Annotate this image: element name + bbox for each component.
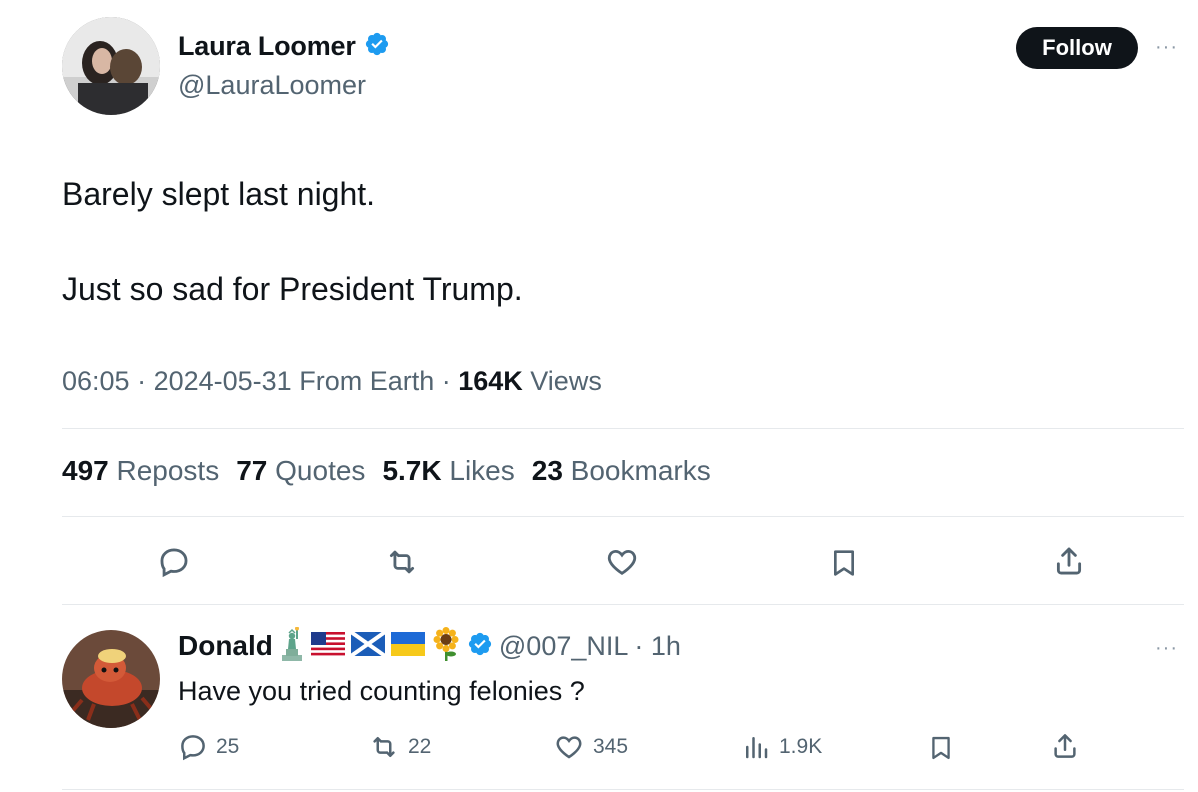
reply-author-name[interactable]: Donald — [178, 630, 273, 662]
share-icon — [1050, 730, 1080, 762]
reply-icon — [157, 545, 191, 579]
bookmark-icon — [927, 732, 955, 764]
divider — [62, 604, 1184, 605]
heart-icon — [553, 732, 585, 762]
share-button[interactable] — [1052, 543, 1086, 579]
tweet-source: From Earth — [291, 366, 435, 396]
author-avatar[interactable] — [62, 17, 160, 115]
reply-views-count: 1.9K — [779, 735, 823, 758]
reply-like-count: 345 — [593, 735, 629, 758]
share-icon — [1052, 543, 1086, 579]
statue-of-liberty-icon — [279, 626, 305, 666]
bookmark-button[interactable] — [828, 545, 860, 581]
quotes-stat[interactable]: 77 Quotes — [236, 455, 365, 487]
verified-badge-icon — [364, 31, 390, 62]
views-count: 164K — [458, 366, 523, 396]
reply-reply-button[interactable]: 25 — [178, 732, 239, 762]
sunflower-icon — [431, 626, 461, 666]
reply-bookmark-button[interactable] — [927, 732, 955, 764]
divider — [62, 789, 1184, 790]
reply-repost-count: 22 — [408, 735, 432, 758]
reply-button[interactable] — [157, 545, 191, 579]
tweet-text-line-2: Just so sad for President Trump. — [62, 271, 523, 307]
bookmarks-stat[interactable]: 23 Bookmarks — [532, 455, 711, 487]
likes-stat[interactable]: 5.7K Likes — [382, 455, 514, 487]
repost-button[interactable] — [384, 545, 420, 579]
meta-separator: · — [434, 366, 459, 396]
author-handle[interactable]: @LauraLoomer — [178, 70, 366, 101]
tweet-date[interactable]: 2024-05-31 — [154, 366, 292, 396]
repost-icon — [384, 545, 420, 579]
author-name[interactable]: Laura Loomer — [178, 31, 356, 62]
divider — [62, 428, 1184, 429]
reply-like-button[interactable]: 345 — [553, 732, 628, 762]
scotland-flag-icon — [349, 629, 387, 661]
reply-time[interactable]: · 1h — [634, 631, 681, 662]
tweet-time[interactable]: 06:05 — [62, 366, 130, 396]
reply-author-row: Donald @007_NIL · 1h — [178, 626, 681, 666]
reply-more-options-icon[interactable]: ··· — [1155, 637, 1178, 660]
views-label: Views — [522, 366, 602, 396]
heart-icon — [604, 545, 640, 579]
reply-share-button[interactable] — [1050, 730, 1080, 762]
bookmark-icon — [828, 545, 860, 581]
tweet-text-line-1: Barely slept last night. — [62, 176, 376, 212]
us-flag-icon — [310, 631, 345, 661]
reply-author-avatar[interactable] — [62, 630, 160, 728]
tweet-meta: 06:05 · 2024-05-31 From Earth · 164K Vie… — [62, 366, 602, 397]
reply-text: Have you tried counting felonies ? — [178, 676, 585, 706]
reply-repost-button[interactable]: 22 — [368, 732, 431, 762]
meta-separator: · — [129, 366, 154, 396]
reply-reply-count: 25 — [216, 735, 240, 758]
divider — [62, 516, 1184, 517]
reply-author-handle[interactable]: @007_NIL — [499, 631, 629, 662]
like-button[interactable] — [604, 545, 640, 579]
reply-icon — [178, 732, 208, 762]
more-options-icon[interactable]: ··· — [1155, 36, 1178, 59]
follow-button[interactable]: Follow — [1016, 27, 1138, 69]
repost-icon — [368, 732, 400, 762]
engagement-stats: 497 Reposts 77 Quotes 5.7K Likes 23 Book… — [62, 455, 711, 487]
reposts-stat[interactable]: 497 Reposts — [62, 455, 219, 487]
analytics-icon — [741, 732, 771, 762]
verified-badge-icon — [467, 631, 493, 662]
reply-views-button[interactable]: 1.9K — [741, 732, 822, 762]
ukraine-flag-icon — [390, 631, 425, 661]
